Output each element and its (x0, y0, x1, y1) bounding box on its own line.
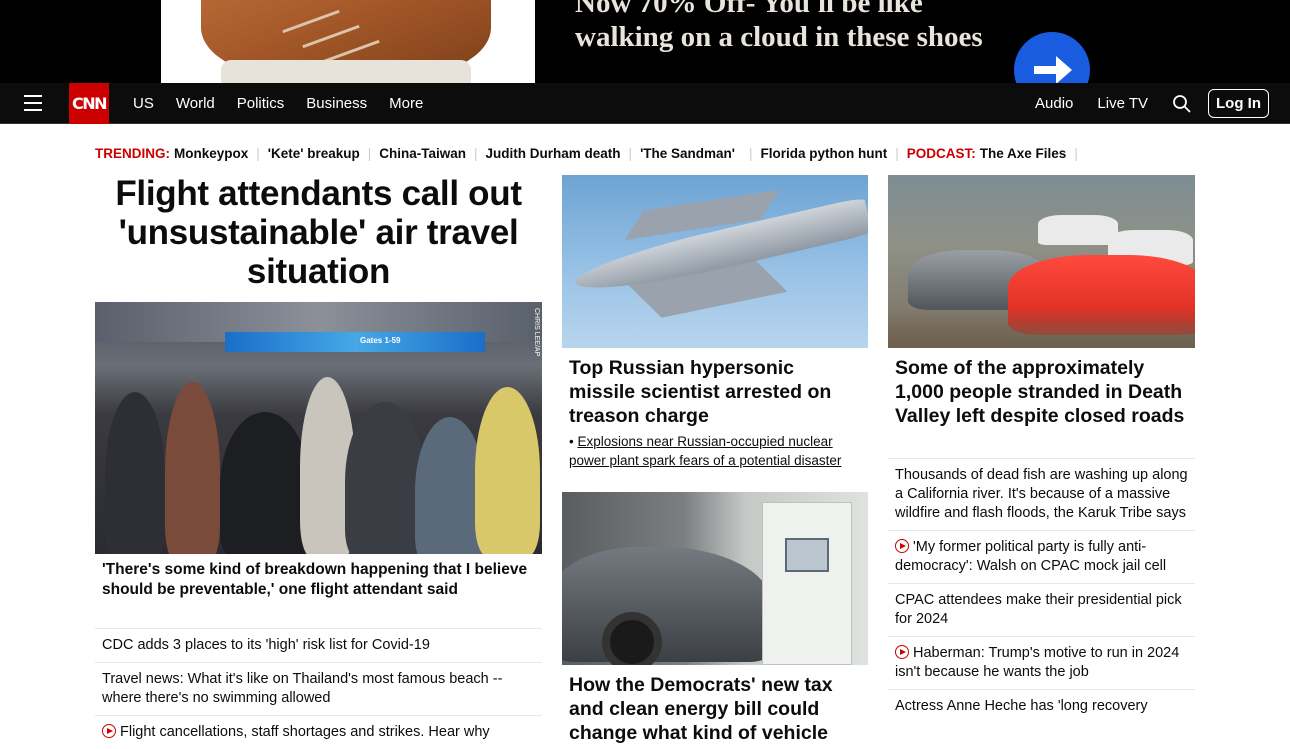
list-item[interactable]: Actress Anne Heche has 'long recovery (888, 689, 1195, 723)
nav-link-live-tv[interactable]: Live TV (1097, 95, 1148, 112)
list-item[interactable]: Thousands of dead fish are washing up al… (888, 458, 1195, 530)
list-item[interactable]: CDC adds 3 places to its 'high' risk lis… (95, 628, 542, 662)
login-button[interactable]: Log In (1208, 89, 1269, 118)
list-item[interactable]: CPAC attendees make their presidential p… (888, 583, 1195, 636)
trending-item[interactable]: China-Taiwan (379, 146, 466, 161)
list-item[interactable]: Haberman: Trump's motive to run in 2024 … (888, 636, 1195, 689)
trending-item[interactable]: Florida python hunt (761, 146, 888, 161)
cnn-logo[interactable]: CNN (69, 83, 109, 124)
photo-credit: CHRIS LEE/AP (533, 308, 540, 357)
list-item[interactable]: Flight cancellations, staff shortages an… (95, 715, 542, 749)
ad-shoe-image[interactable] (161, 0, 535, 83)
list-item[interactable]: 'My former political party is fully anti… (888, 530, 1195, 583)
col1-story-list: CDC adds 3 places to its 'high' risk lis… (95, 628, 542, 749)
ad-banner[interactable]: Now 70% Off- You'll be like walking on a… (0, 0, 1290, 83)
related-link[interactable]: • Explosions near Russian-occupied nucle… (562, 432, 868, 470)
trending-item[interactable]: 'The Sandman' (640, 146, 735, 161)
airport-photo[interactable]: Gates 1-59 CHRIS LEE/AP (95, 302, 542, 554)
search-icon[interactable] (1172, 94, 1192, 114)
trending-item[interactable]: Monkeypox (174, 146, 248, 161)
nav-link-more[interactable]: More (389, 95, 423, 112)
arrow-right-icon[interactable] (1014, 32, 1090, 83)
nav-links: US World Politics Business More (133, 83, 445, 124)
menu-icon[interactable] (24, 95, 42, 111)
video-play-icon (895, 539, 909, 553)
jet-photo[interactable] (562, 175, 868, 348)
ev-charger-photo[interactable] (562, 492, 868, 665)
photo-sign-text: Gates 1-59 (360, 336, 401, 345)
main-headline[interactable]: Flight attendants call out 'unsustainabl… (95, 174, 542, 291)
russian-scientist-headline[interactable]: Top Russian hypersonic missile scientist… (562, 356, 868, 428)
ad-text[interactable]: Now 70% Off- You'll be like walking on a… (575, 0, 995, 54)
top-nav: CNN US World Politics Business More Audi… (0, 83, 1290, 124)
podcast-label: PODCAST: (906, 146, 976, 161)
nav-link-politics[interactable]: Politics (237, 95, 285, 112)
video-play-icon (895, 645, 909, 659)
death-valley-headline[interactable]: Some of the approximately 1,000 people s… (888, 356, 1195, 428)
nav-link-business[interactable]: Business (306, 95, 367, 112)
podcast-link[interactable]: The Axe Files (980, 146, 1067, 161)
sub-headline[interactable]: 'There's some kind of breakdown happenin… (95, 560, 542, 600)
trending-item[interactable]: 'Kete' breakup (268, 146, 360, 161)
death-valley-photo[interactable] (888, 175, 1195, 348)
nav-right: Audio Live TV Log In (1035, 83, 1269, 124)
trending-label: TRENDING: (95, 146, 170, 161)
col3-story-list: Thousands of dead fish are washing up al… (888, 458, 1195, 723)
trending-item[interactable]: Judith Durham death (486, 146, 621, 161)
nav-link-us[interactable]: US (133, 95, 154, 112)
list-item[interactable]: Travel news: What it's like on Thailand'… (95, 662, 542, 715)
nav-link-world[interactable]: World (176, 95, 215, 112)
nav-link-audio[interactable]: Audio (1035, 95, 1073, 112)
trending-bar: TRENDING: Monkeypox | 'Kete' breakup | Chi… (95, 146, 1078, 161)
tax-bill-headline[interactable]: How the Democrats' new tax and clean ene… (562, 673, 868, 745)
